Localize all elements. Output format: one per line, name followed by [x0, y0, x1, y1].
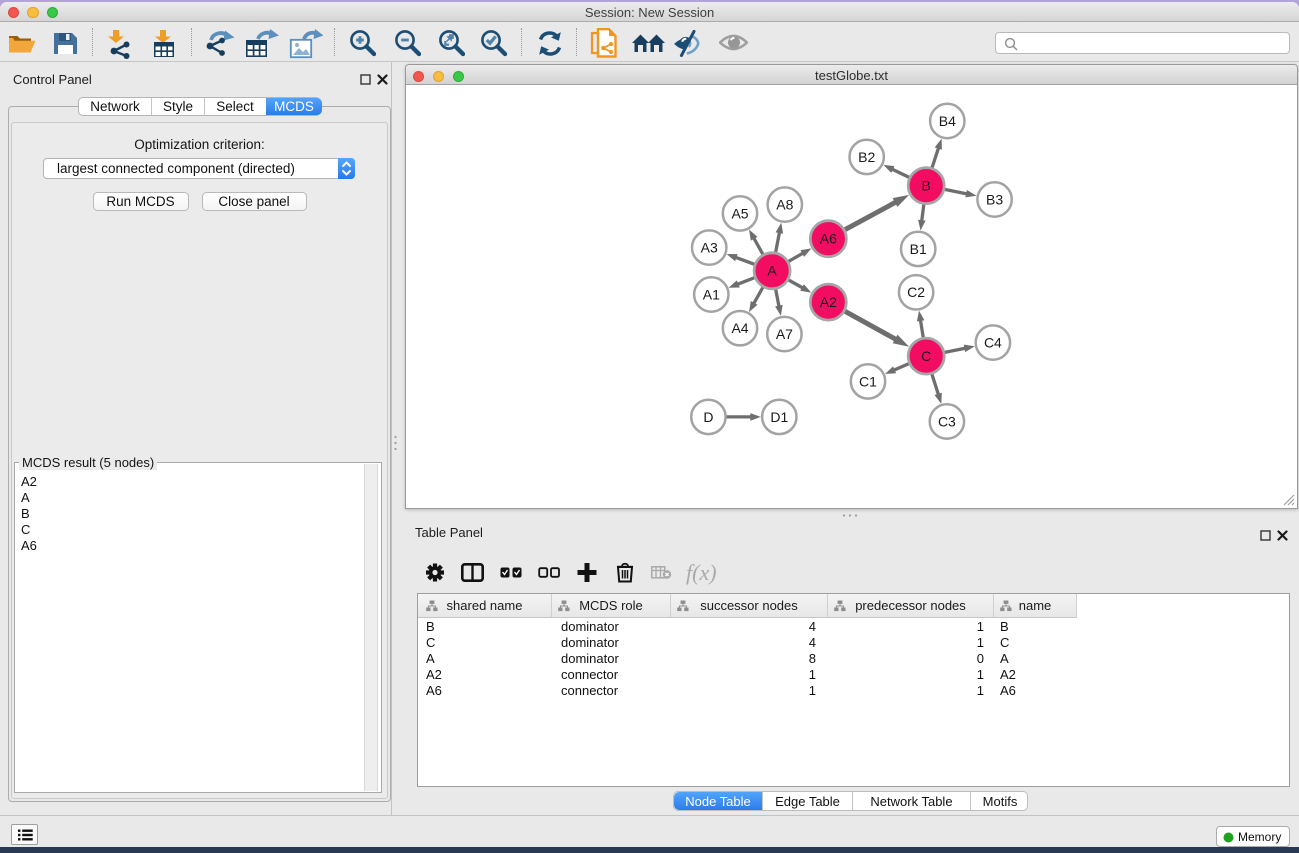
svg-text:A6: A6 [820, 231, 837, 247]
svg-text:A3: A3 [701, 240, 718, 256]
svg-text:C2: C2 [907, 284, 925, 300]
svg-text:C: C [921, 348, 931, 364]
svg-text:A8: A8 [776, 197, 793, 213]
svg-text:A7: A7 [776, 326, 793, 342]
svg-text:A5: A5 [731, 205, 748, 221]
svg-text:D1: D1 [770, 409, 788, 425]
svg-text:A2: A2 [820, 294, 837, 310]
svg-text:B2: B2 [858, 149, 875, 165]
svg-text:C1: C1 [859, 373, 877, 389]
svg-text:B: B [922, 178, 931, 194]
svg-text:D: D [703, 409, 713, 425]
svg-text:C4: C4 [984, 335, 1002, 351]
svg-text:B1: B1 [910, 241, 927, 257]
svg-text:B4: B4 [939, 113, 956, 129]
svg-text:B3: B3 [986, 191, 1003, 207]
svg-text:A1: A1 [703, 286, 720, 302]
svg-text:C3: C3 [938, 413, 956, 429]
svg-text:A: A [767, 263, 777, 279]
svg-text:A4: A4 [731, 320, 748, 336]
